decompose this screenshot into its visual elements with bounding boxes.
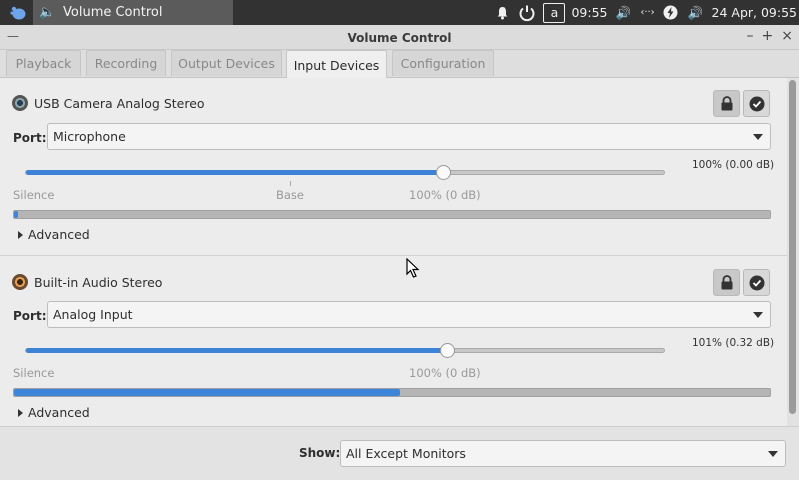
tab-output-devices[interactable]: Output Devices bbox=[171, 50, 282, 76]
show-filter-value: All Except Monitors bbox=[346, 446, 466, 461]
port-dropdown[interactable]: Analog Input bbox=[47, 301, 771, 328]
input-devices-list: USB Camera Analog Stereo Port: Microphon… bbox=[0, 78, 787, 426]
chevron-down-icon bbox=[753, 134, 763, 140]
taskbar-window-button[interactable]: 🔈 Volume Control bbox=[33, 0, 233, 25]
lock-channels-button[interactable] bbox=[713, 90, 740, 117]
volume-icon[interactable]: 🔊 bbox=[612, 5, 636, 21]
panel-clock-date[interactable]: 24 Apr, 09:55 bbox=[712, 5, 797, 20]
device-builtin-audio: Built-in Audio Stereo Port: Analog Input… bbox=[0, 256, 787, 426]
mark-silence: Silence bbox=[13, 366, 55, 380]
port-value: Analog Input bbox=[53, 307, 133, 322]
volume-slider-handle[interactable] bbox=[440, 343, 456, 358]
maximize-button[interactable]: + bbox=[762, 28, 774, 44]
device-name: USB Camera Analog Stereo bbox=[34, 95, 205, 111]
mark-silence: Silence bbox=[13, 188, 55, 202]
show-label: Show: bbox=[299, 446, 341, 460]
power-manager-icon[interactable] bbox=[660, 5, 682, 20]
port-label: Port: bbox=[13, 131, 47, 145]
check-circle-icon bbox=[749, 96, 764, 111]
advanced-expander[interactable]: Advanced bbox=[18, 227, 90, 242]
level-meter-fill bbox=[14, 211, 18, 218]
top-panel: 🔈 Volume Control a 09:55 🔊 ‹··› 🔊 24 Apr… bbox=[0, 0, 799, 25]
panel-clock-short[interactable]: 09:55 bbox=[571, 5, 607, 20]
set-default-button[interactable] bbox=[743, 90, 770, 117]
expander-arrow-icon bbox=[18, 408, 23, 417]
check-circle-icon bbox=[749, 275, 764, 290]
show-filter-dropdown[interactable]: All Except Monitors bbox=[340, 440, 786, 467]
chevron-down-icon bbox=[753, 312, 763, 318]
footer-bar: Show: All Except Monitors bbox=[0, 426, 799, 480]
keyboard-layout-indicator[interactable]: a bbox=[543, 2, 566, 23]
system-tray: a 09:55 🔊 ‹··› 🔊 24 Apr, 09:55 bbox=[490, 0, 799, 25]
device-usb-camera: USB Camera Analog Stereo Port: Microphon… bbox=[0, 78, 787, 255]
mark-base: Base bbox=[276, 188, 305, 202]
volume-readout: 100% (0.00 dB) bbox=[692, 159, 775, 171]
advanced-label: Advanced bbox=[28, 405, 90, 420]
volume-slider[interactable] bbox=[25, 170, 665, 175]
tab-recording[interactable]: Recording bbox=[86, 50, 166, 76]
camera-icon bbox=[12, 95, 28, 111]
volume-icon-secondary[interactable]: 🔊 bbox=[682, 5, 710, 21]
tab-bar: Playback Recording Output Devices Input … bbox=[0, 50, 799, 79]
vertical-scrollbar[interactable] bbox=[787, 78, 799, 426]
notification-bell-icon[interactable] bbox=[490, 6, 514, 20]
tab-input-devices[interactable]: Input Devices bbox=[286, 50, 387, 79]
level-meter-fill bbox=[14, 389, 400, 396]
tab-playback[interactable]: Playback bbox=[6, 50, 81, 76]
speaker-device-icon bbox=[12, 274, 28, 290]
advanced-expander[interactable]: Advanced bbox=[18, 405, 90, 420]
close-button[interactable]: × bbox=[781, 28, 793, 44]
volume-readout: 101% (0.32 dB) bbox=[692, 337, 775, 349]
power-icon[interactable] bbox=[514, 4, 540, 22]
port-value: Microphone bbox=[53, 129, 126, 144]
device-name: Built-in Audio Stereo bbox=[34, 274, 163, 290]
port-label: Port: bbox=[13, 309, 47, 323]
network-icon[interactable]: ‹··› bbox=[636, 7, 660, 18]
window-title: Volume Control bbox=[347, 31, 452, 45]
chevron-down-icon bbox=[768, 451, 778, 457]
lock-channels-button[interactable] bbox=[713, 269, 740, 296]
xfce-mouse-icon bbox=[10, 6, 26, 19]
window-titlebar[interactable]: — Volume Control – + × bbox=[0, 25, 799, 50]
level-meter bbox=[13, 388, 771, 397]
advanced-label: Advanced bbox=[28, 227, 90, 242]
volume-slider-handle[interactable] bbox=[436, 165, 451, 180]
level-meter bbox=[13, 210, 771, 219]
mouse-cursor-icon bbox=[406, 257, 420, 282]
base-tick bbox=[290, 181, 291, 186]
lock-icon bbox=[721, 275, 732, 290]
xfce-menu-button[interactable] bbox=[6, 2, 30, 23]
speaker-icon: 🔈 bbox=[39, 5, 56, 20]
mark-100: 100% (0 dB) bbox=[409, 188, 481, 202]
minimize-button[interactable]: – bbox=[747, 28, 754, 44]
scrollbar-thumb[interactable] bbox=[789, 80, 796, 414]
tab-configuration[interactable]: Configuration bbox=[392, 50, 494, 76]
volume-slider-fill bbox=[26, 348, 449, 353]
taskbar-window-title: Volume Control bbox=[63, 5, 163, 20]
port-dropdown[interactable]: Microphone bbox=[47, 123, 771, 150]
volume-slider[interactable] bbox=[25, 348, 665, 353]
set-default-button[interactable] bbox=[743, 269, 770, 296]
mark-100: 100% (0 dB) bbox=[409, 366, 481, 380]
expander-arrow-icon bbox=[18, 230, 23, 239]
lock-icon bbox=[721, 96, 732, 111]
volume-slider-fill bbox=[26, 170, 444, 175]
